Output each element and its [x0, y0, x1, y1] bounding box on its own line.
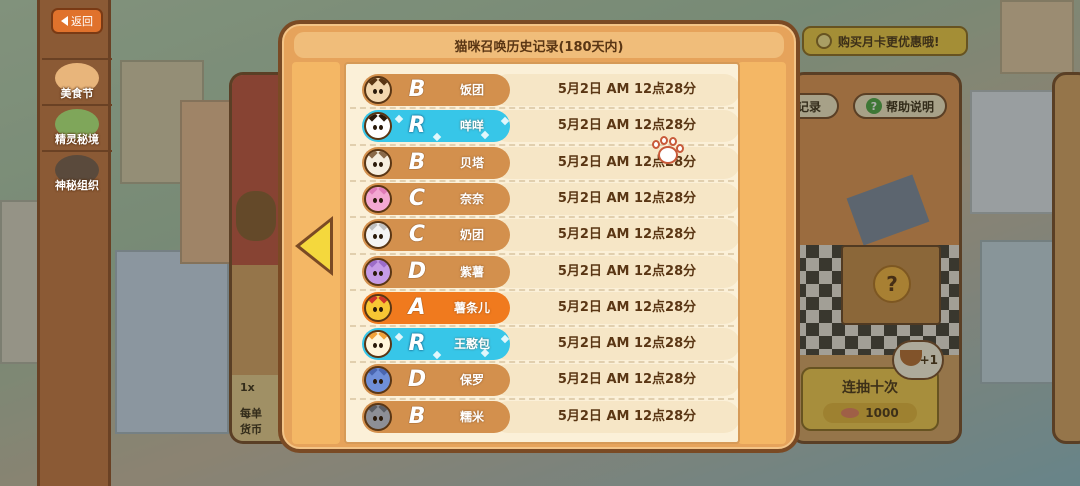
- rarity-grade: A: [408, 294, 426, 320]
- cat-name-pill: R 咩咩: [362, 110, 510, 143]
- cat-name-pill: D 保罗: [362, 364, 510, 397]
- back-button[interactable]: 返回: [51, 8, 103, 34]
- sidebar-item-label: 神秘组织: [55, 179, 99, 192]
- time-pill: 5月2日 AM 12点28分: [492, 328, 738, 361]
- sparkle-icon: [394, 332, 404, 342]
- row-divider: [350, 288, 734, 291]
- summon-history-modal: 猫咪召唤历史记录(180天内) 5月2日 AM 12点28分 B 饭团 5月2日…: [278, 20, 800, 453]
- cat-avatar-icon: [364, 293, 392, 322]
- time-pill: 5月2日 AM 12点28分: [492, 219, 738, 252]
- cat-name-pill: A 薯条儿: [362, 291, 510, 324]
- cat-name: 饭团: [459, 83, 484, 97]
- cat-name-pill: B 贝塔: [362, 146, 510, 179]
- row-divider: [350, 325, 734, 328]
- rarity-grade: B: [408, 149, 426, 175]
- time-pill: 5月2日 AM 12点28分: [492, 74, 738, 106]
- cat-name: 糯米: [459, 409, 484, 424]
- cat-avatar-icon: [364, 184, 392, 213]
- cat-avatar-icon: [364, 148, 392, 177]
- cat-avatar-icon: [364, 257, 392, 286]
- row-divider: [350, 397, 734, 400]
- summon-time: 5月2日 AM 12点28分: [557, 299, 697, 315]
- time-pill: 5月2日 AM 12点28分: [492, 400, 738, 433]
- history-row: 5月2日 AM 12点28分 C 奶团: [362, 219, 738, 252]
- rarity-grade: D: [407, 258, 427, 284]
- paw-cursor-icon: [650, 136, 684, 166]
- time-pill: 5月2日 AM 12点28分: [492, 255, 738, 288]
- summon-time: 5月2日 AM 12点28分: [557, 408, 697, 424]
- row-divider: [350, 107, 734, 110]
- cat-avatar-icon: [364, 112, 392, 141]
- modal-title: 猫咪召唤历史记录(180天内): [454, 40, 624, 55]
- cat-name: 薯条儿: [453, 300, 490, 315]
- cat-avatar-icon: [364, 330, 392, 359]
- sidebar-item-label: 美食节: [60, 87, 94, 100]
- cat-name-pill: C 奶团: [362, 219, 510, 252]
- history-list: 5月2日 AM 12点28分 B 饭团 5月2日 AM 12点28分 R 咩咩 …: [344, 62, 740, 444]
- back-label: 返回: [71, 15, 93, 28]
- time-pill: 5月2日 AM 12点28分: [492, 182, 738, 215]
- cat-name-pill: R 王憨包: [362, 328, 510, 361]
- cat-name-pill: B 糯米: [362, 400, 510, 433]
- cat-name: 奶团: [459, 228, 484, 243]
- cat-name: 咩咩: [459, 119, 484, 134]
- rarity-grade: B: [408, 403, 426, 429]
- rarity-grade: R: [408, 113, 426, 139]
- cat-name-pill: C 奈奈: [362, 182, 510, 215]
- sidebar-item-label: 精灵秘境: [55, 133, 99, 146]
- history-row: 5月2日 AM 12点28分 B 糯米: [362, 400, 738, 433]
- summon-time: 5月2日 AM 12点28分: [557, 263, 697, 279]
- time-pill: 5月2日 AM 12点28分: [492, 110, 738, 143]
- history-row: 5月2日 AM 12点28分 B 饭团: [362, 74, 738, 106]
- cat-name: 贝塔: [459, 155, 484, 170]
- history-row: 5月2日 AM 12点28分 A 薯条儿: [362, 291, 738, 324]
- sidebar: 返回 美食节 精灵秘境 神秘组织: [37, 0, 112, 486]
- rarity-grade: C: [408, 222, 426, 248]
- summon-time: 5月2日 AM 12点28分: [557, 372, 697, 388]
- row-divider: [350, 179, 734, 182]
- row-divider: [350, 252, 734, 255]
- time-pill: 5月2日 AM 12点28分: [492, 291, 738, 324]
- sidebar-item-secret-org[interactable]: 神秘组织: [42, 150, 112, 196]
- summon-time: 5月2日 AM 12点28分: [557, 118, 697, 134]
- cat-name: 奈奈: [459, 191, 484, 206]
- summon-time: 5月2日 AM 12点28分: [557, 154, 697, 170]
- prev-page-arrow-icon[interactable]: [300, 222, 330, 270]
- cat-avatar-icon: [364, 221, 392, 250]
- rarity-grade: R: [408, 331, 426, 357]
- sidebar-item-food-festival[interactable]: 美食节: [42, 58, 112, 104]
- history-row: 5月2日 AM 12点28分 D 保罗: [362, 364, 738, 397]
- modal-body: 猫咪召唤历史记录(180天内) 5月2日 AM 12点28分 B 饭团 5月2日…: [282, 24, 796, 449]
- summon-time: 5月2日 AM 12点28分: [557, 190, 697, 206]
- row-divider: [350, 216, 734, 219]
- row-divider: [350, 361, 734, 364]
- cat-avatar-icon: [364, 366, 392, 395]
- rarity-grade: C: [408, 185, 426, 211]
- cat-name-pill: B 饭团: [362, 74, 510, 106]
- history-row: 5月2日 AM 12点28分 R 王憨包: [362, 328, 738, 361]
- cat-avatar-icon: [364, 76, 392, 104]
- summon-time: 5月2日 AM 12点28分: [557, 336, 697, 352]
- time-pill: 5月2日 AM 12点28分: [492, 146, 738, 179]
- rarity-grade: B: [408, 77, 426, 102]
- summon-time: 5月2日 AM 12点28分: [557, 82, 697, 97]
- summon-time: 5月2日 AM 12点28分: [557, 227, 697, 243]
- rarity-grade: D: [407, 367, 427, 393]
- sparkle-icon: [394, 115, 404, 124]
- back-arrow-icon: [61, 16, 68, 26]
- history-row: 5月2日 AM 12点28分 D 紫薯: [362, 255, 738, 288]
- right-strip: [738, 62, 786, 444]
- time-pill: 5月2日 AM 12点28分: [492, 364, 738, 397]
- history-row: 5月2日 AM 12点28分 C 奈奈: [362, 182, 738, 215]
- cat-name: 紫薯: [459, 264, 484, 279]
- cat-name-pill: D 紫薯: [362, 255, 510, 288]
- cat-name: 保罗: [459, 373, 484, 388]
- cat-name: 王憨包: [453, 337, 490, 352]
- cat-avatar-icon: [364, 402, 392, 431]
- sidebar-item-spirit-realm[interactable]: 精灵秘境: [42, 104, 112, 150]
